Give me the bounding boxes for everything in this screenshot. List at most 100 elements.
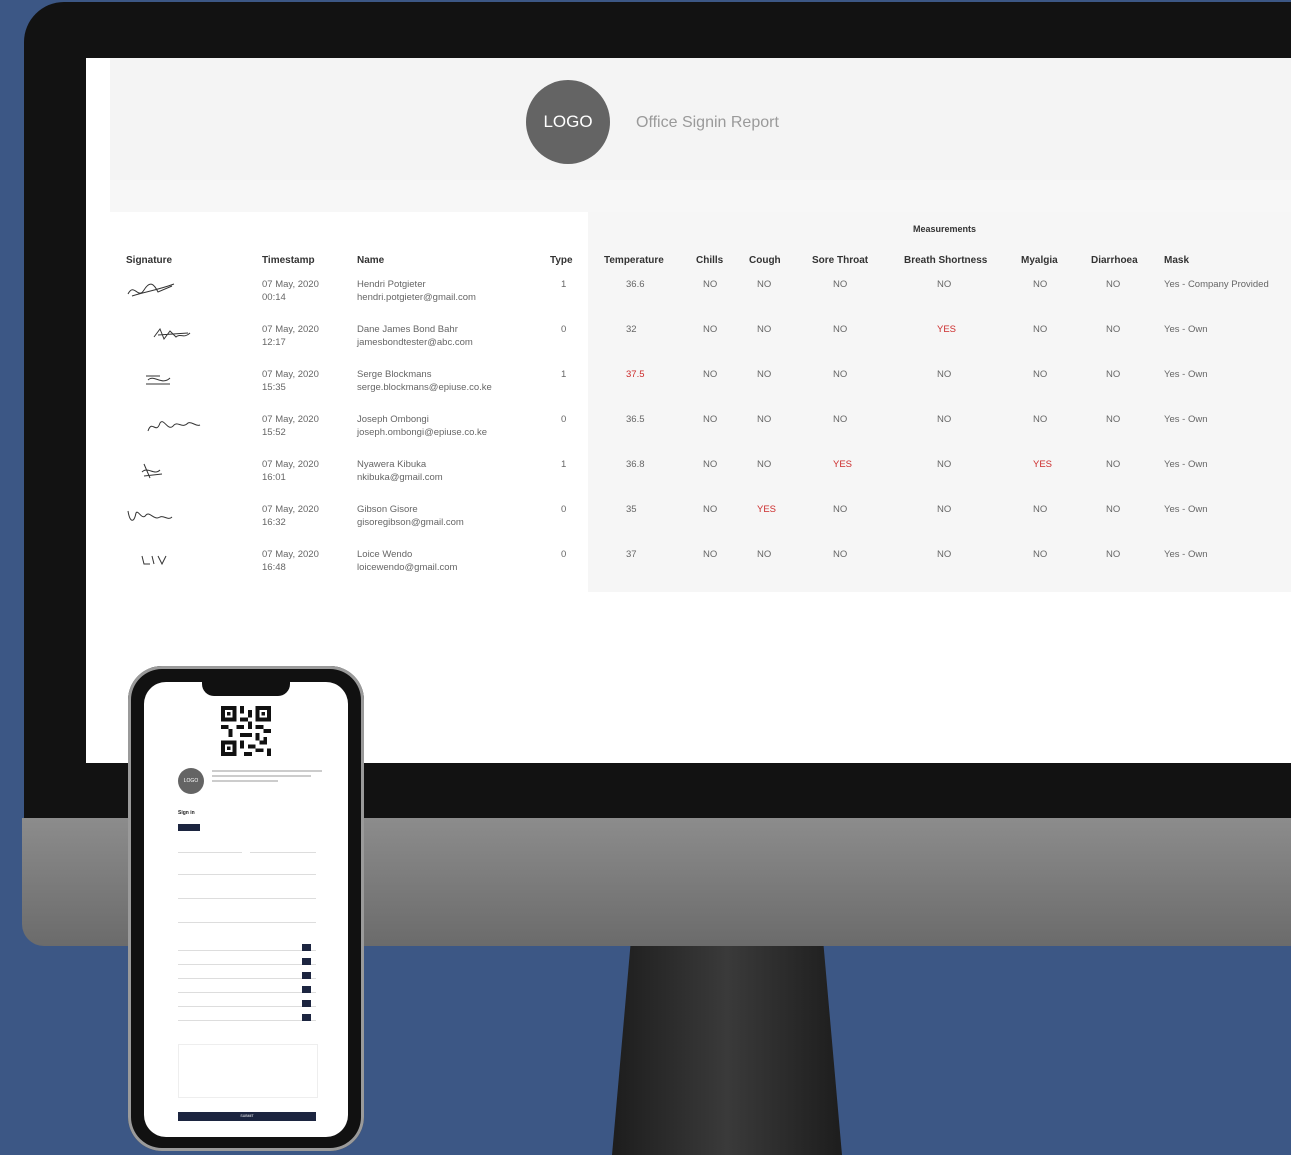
timestamp-time: 15:52: [262, 427, 286, 438]
mobile-signin-heading: Sign in: [178, 810, 195, 816]
timestamp-date: 07 May, 2020: [262, 504, 319, 515]
measurements-header: Measurements: [913, 224, 977, 234]
cough-value: NO: [757, 414, 772, 425]
chills-value: NO: [703, 459, 718, 470]
chills-value: NO: [703, 549, 718, 560]
column-header-diarrhoea: Diarrhoea: [1091, 255, 1138, 266]
type-value: 1: [561, 279, 567, 290]
mask-value: Yes - Own: [1164, 549, 1208, 560]
column-header-timestamp: Timestamp: [262, 255, 315, 266]
mobile-submit-button[interactable]: SUBMIT: [178, 1112, 316, 1121]
mobile-type-button[interactable]: [178, 824, 200, 831]
mobile-email-field[interactable]: [178, 864, 316, 875]
sore-throat-value: NO: [833, 549, 848, 560]
diarrhoea-value: NO: [1106, 324, 1121, 335]
mobile-temperature-field[interactable]: [178, 912, 316, 923]
chills-value: NO: [703, 504, 718, 515]
chills-value: NO: [703, 369, 718, 380]
table-row: 07 May, 2020 15:35 Serge Blockmans serge.bl…: [116, 368, 1291, 413]
column-header-breath-shortness: Breath Shortness: [904, 255, 988, 266]
mobile-symptom-toggle[interactable]: [302, 1014, 311, 1021]
sore-throat-value: YES: [833, 459, 853, 470]
cough-value: NO: [757, 324, 772, 335]
type-value: 1: [561, 459, 567, 470]
person-email: loicewendo@gmail.com: [357, 562, 458, 573]
timestamp-date: 07 May, 2020: [262, 369, 319, 380]
mobile-mask-select[interactable]: [178, 888, 316, 899]
mobile-symptom-toggle[interactable]: [302, 958, 311, 965]
sore-throat-value: NO: [833, 504, 848, 515]
signature-image: [146, 375, 171, 385]
monitor-screen: LOGO Office Signin Report Measurements S…: [86, 58, 1291, 763]
person-name: Loice Wendo: [357, 549, 413, 560]
type-value: 0: [561, 549, 567, 560]
type-value: 0: [561, 504, 567, 515]
person-name: Joseph Ombongi: [357, 414, 429, 425]
person-name: Nyawera Kibuka: [357, 459, 427, 470]
signature-image: [153, 327, 191, 341]
timestamp-time: 16:32: [262, 517, 286, 528]
mobile-signature-pad[interactable]: [178, 1044, 318, 1098]
mobile-last-name-field[interactable]: [250, 842, 316, 853]
phone-screen: LOGO Sign in SUBMIT: [144, 682, 348, 1137]
breath-shortness-value: YES: [937, 324, 957, 335]
myalgia-value: NO: [1033, 414, 1048, 425]
person-name: Hendri Potgieter: [357, 279, 426, 290]
person-name: Dane James Bond Bahr: [357, 324, 458, 335]
mask-value: Yes - Own: [1164, 459, 1208, 470]
diarrhoea-value: NO: [1106, 279, 1121, 290]
cough-value: NO: [757, 459, 772, 470]
person-email: nkibuka@gmail.com: [357, 472, 443, 483]
timestamp-time: 15:35: [262, 382, 286, 393]
type-value: 0: [561, 414, 567, 425]
mobile-symptom-row: [178, 954, 316, 965]
table-row: 07 May, 2020 15:52 Joseph Ombongi joseph.om…: [116, 413, 1291, 458]
timestamp-date: 07 May, 2020: [262, 549, 319, 560]
person-name: Serge Blockmans: [357, 369, 432, 380]
mobile-symptom-row: [178, 968, 316, 979]
column-header-myalgia: Myalgia: [1021, 255, 1058, 266]
mask-value: Yes - Own: [1164, 324, 1208, 335]
table-row: 07 May, 2020 16:32 Gibson Gisore gisoregibs…: [116, 503, 1291, 548]
column-header-type: Type: [550, 255, 573, 266]
sore-throat-value: NO: [833, 369, 848, 380]
chills-value: NO: [703, 279, 718, 290]
temperature-value: 36.6: [626, 279, 645, 290]
temperature-value: 32: [626, 324, 637, 335]
diarrhoea-value: NO: [1106, 549, 1121, 560]
mobile-first-name-field[interactable]: [178, 842, 242, 853]
breath-shortness-value: NO: [937, 549, 952, 560]
column-header-cough: Cough: [749, 255, 781, 266]
mobile-intro-text: [212, 770, 322, 790]
person-email: serge.blockmans@epiuse.co.ke: [357, 382, 492, 393]
cough-value: YES: [757, 504, 777, 515]
phone-device: LOGO Sign in SUBMIT: [128, 666, 364, 1151]
temperature-value: 37.5: [626, 369, 645, 380]
breath-shortness-value: NO: [937, 369, 952, 380]
company-logo: LOGO: [526, 80, 610, 164]
sore-throat-value: NO: [833, 414, 848, 425]
mask-value: Yes - Own: [1164, 504, 1208, 515]
mobile-symptom-row: [178, 996, 316, 1007]
mobile-logo: LOGO: [178, 768, 204, 794]
mobile-symptom-toggle[interactable]: [302, 1000, 311, 1007]
mobile-symptom-row: [178, 1010, 316, 1021]
monitor-stand: [612, 946, 842, 1155]
table-row: 07 May, 2020 00:14 Hendri Potgieter hendri.…: [116, 278, 1291, 323]
report-title: Office Signin Report: [636, 114, 779, 131]
mask-value: Yes - Own: [1164, 414, 1208, 425]
temperature-value: 36.5: [626, 414, 645, 425]
person-email: jamesbondtester@abc.com: [357, 337, 473, 348]
mobile-symptom-toggle[interactable]: [302, 972, 311, 979]
column-header-chills: Chills: [696, 255, 724, 266]
mobile-symptom-row: [178, 982, 316, 993]
column-header-temperature: Temperature: [604, 255, 664, 266]
myalgia-value: NO: [1033, 324, 1048, 335]
chills-value: NO: [703, 414, 718, 425]
signature-image: [127, 283, 175, 297]
sore-throat-value: NO: [833, 279, 848, 290]
mobile-symptom-toggle[interactable]: [302, 986, 311, 993]
mobile-symptom-toggle[interactable]: [302, 944, 311, 951]
timestamp-date: 07 May, 2020: [262, 324, 319, 335]
signature-image: [141, 555, 167, 566]
